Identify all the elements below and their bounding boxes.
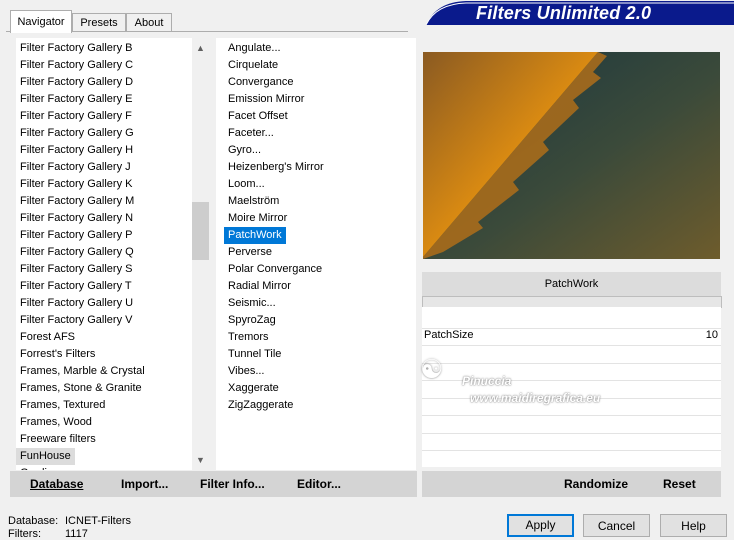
category-item[interactable]: Filter Factory Gallery C <box>16 57 137 74</box>
import-button[interactable]: Import... <box>121 471 168 497</box>
editor-button[interactable]: Editor... <box>297 471 341 497</box>
filter-item[interactable]: Facet Offset <box>224 108 292 125</box>
category-item[interactable]: Filter Factory Gallery E <box>16 91 136 108</box>
filter-item[interactable]: Vibes... <box>224 363 269 380</box>
category-item[interactable]: Filter Factory Gallery N <box>16 210 137 227</box>
category-item[interactable]: Filter Factory Gallery Q <box>16 244 138 261</box>
category-item[interactable]: Filter Factory Gallery P <box>16 227 136 244</box>
category-item[interactable]: Filter Factory Gallery B <box>16 40 136 57</box>
tab-about[interactable]: About <box>126 13 172 32</box>
category-item[interactable]: Filter Factory Gallery J <box>16 159 135 176</box>
param-row-separator <box>422 363 721 364</box>
help-button[interactable]: Help <box>660 514 727 537</box>
scroll-down-icon[interactable]: ▼ <box>192 452 209 469</box>
category-list[interactable]: Filter Factory Gallery B Filter Factory G… <box>16 38 209 470</box>
filter-item[interactable]: Xaggerate <box>224 380 283 397</box>
tab-navigator[interactable]: Navigator <box>10 10 72 33</box>
category-item[interactable]: Frames, Marble & Crystal <box>16 363 149 380</box>
filter-item[interactable]: Faceter... <box>224 125 278 142</box>
scroll-up-icon[interactable]: ▲ <box>192 40 209 57</box>
apply-button[interactable]: Apply <box>507 514 574 537</box>
reset-button[interactable]: Reset <box>663 471 696 497</box>
database-label: Database: <box>8 515 59 527</box>
preview-image <box>423 52 720 259</box>
category-item[interactable]: Freeware filters <box>16 431 100 448</box>
watermark-name: Pinuccia <box>462 374 512 388</box>
filter-item[interactable]: Convergance <box>224 74 297 91</box>
param-name: PatchSize <box>424 329 474 341</box>
filter-item[interactable]: Polar Convergance <box>224 261 326 278</box>
database-value: ICNET-Filters <box>65 515 131 527</box>
filter-item[interactable]: Heizenberg's Mirror <box>224 159 328 176</box>
category-item[interactable]: Filter Factory Gallery S <box>16 261 136 278</box>
category-item[interactable]: Filter Factory Gallery F <box>16 108 136 125</box>
scrollbar-thumb[interactable] <box>192 202 209 260</box>
category-item[interactable]: Filter Factory Gallery D <box>16 74 137 91</box>
param-row-separator <box>422 415 721 416</box>
category-item[interactable]: Frames, Textured <box>16 397 109 414</box>
preview-filter-name: PatchWork <box>422 272 721 296</box>
filters-count-value: 1117 <box>65 528 88 540</box>
watermark-icon: ☯ <box>420 354 444 384</box>
filter-item[interactable]: Tremors <box>224 329 273 346</box>
filter-item[interactable]: Loom... <box>224 176 269 193</box>
filter-item[interactable]: Cirquelate <box>224 57 282 74</box>
param-row-separator <box>422 450 721 451</box>
category-item[interactable]: Frames, Wood <box>16 414 96 431</box>
category-item[interactable]: Filter Factory Gallery G <box>16 125 138 142</box>
tab-presets[interactable]: Presets <box>72 13 126 32</box>
category-item[interactable]: Filter Factory Gallery T <box>16 278 136 295</box>
filter-item[interactable]: Gyro... <box>224 142 265 159</box>
randomize-button[interactable]: Randomize <box>564 471 628 497</box>
category-item[interactable]: FunHouse <box>16 448 75 465</box>
param-row-separator <box>422 345 721 346</box>
filter-item[interactable]: Radial Mirror <box>224 278 295 295</box>
filter-list[interactable]: Angulate... Cirquelate Convergance Emission… <box>216 38 416 470</box>
filter-item[interactable]: Perverse <box>224 244 276 261</box>
banner-title: Filters Unlimited 2.0 <box>476 3 652 23</box>
param-value[interactable]: 10 <box>690 329 718 341</box>
category-item[interactable]: Frames, Stone & Granite <box>16 380 146 397</box>
category-item[interactable]: Forest AFS <box>16 329 79 346</box>
filter-item[interactable]: ZigZaggerate <box>224 397 297 414</box>
category-scrollbar[interactable]: ▲ ▼ <box>192 38 209 470</box>
category-item[interactable]: Filter Factory Gallery M <box>16 193 138 210</box>
filter-item[interactable]: Seismic... <box>224 295 280 312</box>
database-button[interactable]: Database <box>30 471 83 497</box>
category-item[interactable]: Gradien <box>16 465 63 470</box>
filter-item[interactable]: PatchWork <box>224 227 286 244</box>
category-item[interactable]: Filter Factory Gallery U <box>16 295 137 312</box>
category-item[interactable]: Filter Factory Gallery V <box>16 312 136 329</box>
filters-count-label: Filters: <box>8 528 41 540</box>
category-item[interactable]: Filter Factory Gallery H <box>16 142 137 159</box>
filter-item[interactable]: Angulate... <box>224 40 285 57</box>
category-item[interactable]: Forrest's Filters <box>16 346 99 363</box>
cancel-button[interactable]: Cancel <box>583 514 650 537</box>
filter-item[interactable]: Tunnel Tile <box>224 346 285 363</box>
filter-info-button[interactable]: Filter Info... <box>200 471 265 497</box>
filter-item[interactable]: Emission Mirror <box>224 91 308 108</box>
watermark-url: www.maidiregrafica.eu <box>470 391 601 405</box>
filter-item[interactable]: SpyroZag <box>224 312 280 329</box>
param-row-separator <box>422 433 721 434</box>
category-item[interactable]: Filter Factory Gallery K <box>16 176 136 193</box>
filter-item[interactable]: Moire Mirror <box>224 210 291 227</box>
filter-item[interactable]: Maelström <box>224 193 283 210</box>
